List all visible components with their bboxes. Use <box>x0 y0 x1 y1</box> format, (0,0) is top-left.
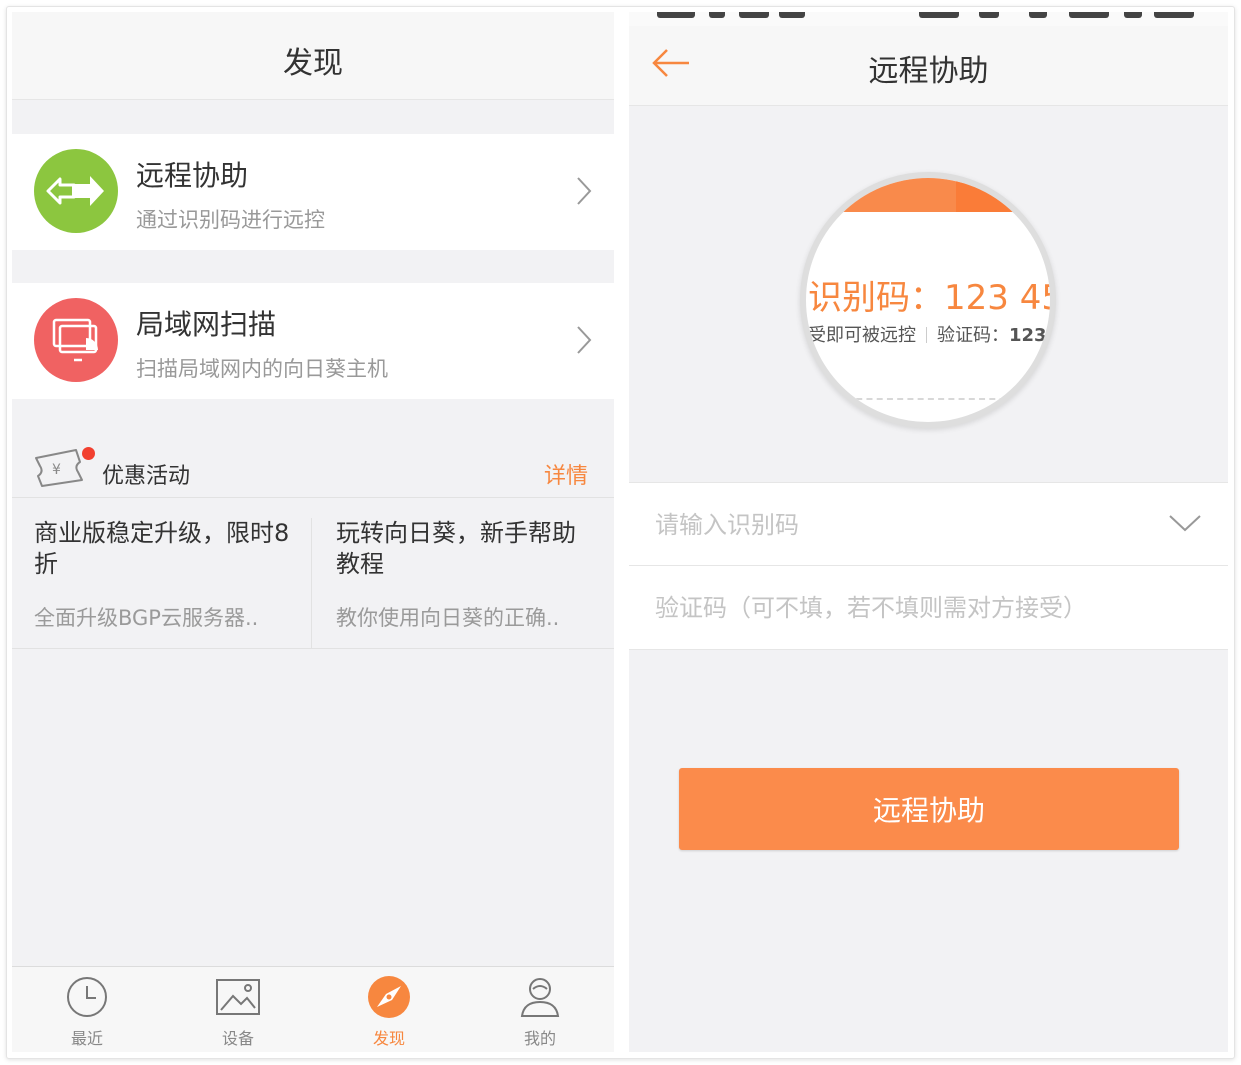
remote-assist-screen: 远程协助 识别码：123 45 受即可被远控验证码：123 远程协助 <box>629 12 1228 1052</box>
page-title: 发现 <box>283 46 343 81</box>
notification-dot <box>82 447 95 460</box>
lan-scan-icon <box>34 298 118 382</box>
tab-label: 设备 <box>221 1029 254 1048</box>
lan-scan-entry[interactable]: 局域网扫描 扫描局域网内的向日葵主机 <box>12 283 614 399</box>
chevron-right-icon <box>577 326 592 354</box>
promo-card-summary: 全面升级BGP云服务器.. <box>34 606 259 630</box>
user-icon <box>520 978 560 1017</box>
promo-card[interactable]: 玩转向日葵，新手帮助教程 教你使用向日葵的正确.. <box>336 518 596 632</box>
tab-label: 最近 <box>70 1029 103 1048</box>
page-title: 远程协助 <box>868 54 989 89</box>
id-code-field <box>629 482 1228 566</box>
remote-header: 远程协助 <box>629 12 1228 106</box>
chevron-down-icon[interactable] <box>1168 513 1202 533</box>
remote-assist-subtitle: 通过识别码进行远控 <box>136 208 325 232</box>
remote-assist-entry[interactable]: 远程协助 通过识别码进行远控 <box>12 134 614 250</box>
discover-screen: 发现 远程协助 通过识别码进行远控 局域网扫描 扫描局域网内的向日葵主机 ¥ 优… <box>12 12 614 1052</box>
divider <box>12 648 614 649</box>
bottom-tab-bar: 最近 设备 发现 我的 <box>12 966 614 1052</box>
id-code-input[interactable] <box>655 507 1155 543</box>
remote-assist-icon <box>34 149 118 233</box>
coupon-icon: ¥ <box>35 449 83 487</box>
promo-card-title: 玩转向日葵，新手帮助教程 <box>336 519 576 578</box>
id-code-illustration: 识别码：123 45 受即可被远控 验证码：123 <box>800 172 1056 428</box>
tab-recent[interactable]: 最近 <box>12 967 162 1052</box>
svg-text:¥: ¥ <box>52 462 61 478</box>
discover-header: 发现 <box>12 12 614 100</box>
promotions-section: ¥ 优惠活动 详情 商业版稳定升级，限时8折 全面升级BGP云服务器.. 玩转向… <box>12 432 614 648</box>
compass-icon <box>368 976 410 1018</box>
promo-card-summary: 教你使用向日葵的正确.. <box>336 606 560 630</box>
status-bar <box>629 12 1228 26</box>
tab-label: 我的 <box>523 1029 556 1048</box>
id-code-text: 识别码：123 45 <box>808 278 1056 318</box>
tab-discover[interactable]: 发现 <box>314 967 464 1052</box>
device-image-icon <box>216 979 260 1015</box>
tab-label: 发现 <box>372 1029 405 1048</box>
promotions-title: 优惠活动 <box>102 464 191 489</box>
promotions-header: ¥ 优惠活动 详情 <box>12 432 614 498</box>
verify-code-field <box>629 566 1228 650</box>
promo-card-title: 商业版稳定升级，限时8折 <box>34 519 290 578</box>
remote-assist-button[interactable]: 远程协助 <box>679 768 1179 850</box>
promo-card[interactable]: 商业版稳定升级，限时8折 全面升级BGP云服务器.. <box>34 518 294 632</box>
lan-scan-subtitle: 扫描局域网内的向日葵主机 <box>136 357 388 381</box>
chevron-right-icon <box>577 177 592 205</box>
id-code-subline: 受即可被远控 验证码：123 <box>808 325 1047 346</box>
promotions-detail-link[interactable]: 详情 <box>544 458 588 490</box>
remote-assist-title: 远程协助 <box>136 159 249 192</box>
clock-icon <box>67 977 107 1017</box>
tab-me[interactable]: 我的 <box>465 967 614 1052</box>
tab-devices[interactable]: 设备 <box>163 967 313 1052</box>
divider <box>311 518 312 648</box>
lan-scan-title: 局域网扫描 <box>136 308 277 341</box>
verify-code-input[interactable] <box>655 590 1155 626</box>
